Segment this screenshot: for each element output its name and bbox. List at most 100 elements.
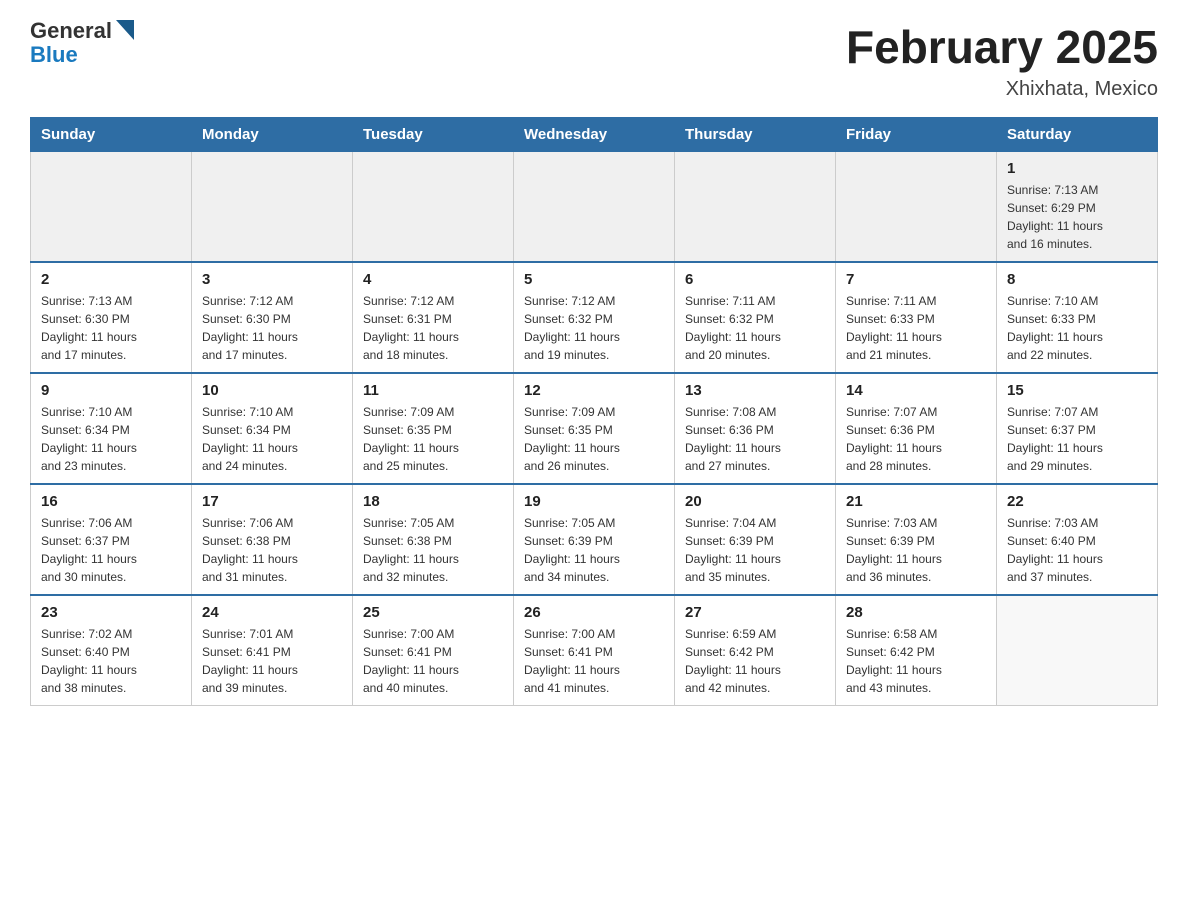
table-row: 1 Sunrise: 7:13 AMSunset: 6:29 PMDaylight… [997,152,1158,263]
day-info: Sunrise: 7:12 AMSunset: 6:30 PMDaylight:… [202,292,342,364]
table-row [997,595,1158,706]
day-info: Sunrise: 7:12 AMSunset: 6:31 PMDaylight:… [363,292,503,364]
day-info: Sunrise: 7:11 AMSunset: 6:33 PMDaylight:… [846,292,986,364]
table-row [514,152,675,263]
day-info: Sunrise: 7:10 AMSunset: 6:34 PMDaylight:… [202,403,342,475]
table-row: 5 Sunrise: 7:12 AMSunset: 6:32 PMDaylight… [514,262,675,373]
logo-text-general: General [30,20,112,42]
table-row: 16 Sunrise: 7:06 AMSunset: 6:37 PMDayligh… [31,484,192,595]
day-number: 1 [1007,160,1147,177]
day-info: Sunrise: 7:07 AMSunset: 6:36 PMDaylight:… [846,403,986,475]
day-info: Sunrise: 7:03 AMSunset: 6:39 PMDaylight:… [846,514,986,586]
calendar-subtitle: Xhixhata, Mexico [846,78,1158,101]
logo-arrow-icon [116,20,134,40]
day-number: 28 [846,604,986,621]
day-number: 10 [202,382,342,399]
day-info: Sunrise: 7:03 AMSunset: 6:40 PMDaylight:… [1007,514,1147,586]
calendar-header-row: Sunday Monday Tuesday Wednesday Thursday… [31,118,1158,152]
day-info: Sunrise: 7:11 AMSunset: 6:32 PMDaylight:… [685,292,825,364]
header-wednesday: Wednesday [514,118,675,152]
header-tuesday: Tuesday [353,118,514,152]
table-row: 9 Sunrise: 7:10 AMSunset: 6:34 PMDaylight… [31,373,192,484]
day-number: 2 [41,271,181,288]
table-row: 21 Sunrise: 7:03 AMSunset: 6:39 PMDayligh… [836,484,997,595]
day-info: Sunrise: 7:06 AMSunset: 6:38 PMDaylight:… [202,514,342,586]
day-info: Sunrise: 6:59 AMSunset: 6:42 PMDaylight:… [685,625,825,697]
table-row: 24 Sunrise: 7:01 AMSunset: 6:41 PMDayligh… [192,595,353,706]
table-row [31,152,192,263]
calendar-week-row: 23 Sunrise: 7:02 AMSunset: 6:40 PMDayligh… [31,595,1158,706]
day-number: 21 [846,493,986,510]
table-row [192,152,353,263]
day-number: 18 [363,493,503,510]
day-number: 23 [41,604,181,621]
table-row: 17 Sunrise: 7:06 AMSunset: 6:38 PMDayligh… [192,484,353,595]
day-number: 3 [202,271,342,288]
day-info: Sunrise: 7:06 AMSunset: 6:37 PMDaylight:… [41,514,181,586]
logo: General Blue [30,20,134,66]
day-number: 5 [524,271,664,288]
calendar-title: February 2025 [846,20,1158,74]
table-row: 19Sunrise: 7:05 AMSunset: 6:39 PMDayligh… [514,484,675,595]
day-info: Sunrise: 7:12 AMSunset: 6:32 PMDaylight:… [524,292,664,364]
header-thursday: Thursday [675,118,836,152]
calendar-week-row: 2 Sunrise: 7:13 AMSunset: 6:30 PMDaylight… [31,262,1158,373]
day-number: 24 [202,604,342,621]
table-row: 22 Sunrise: 7:03 AMSunset: 6:40 PMDayligh… [997,484,1158,595]
calendar-week-row: 9 Sunrise: 7:10 AMSunset: 6:34 PMDaylight… [31,373,1158,484]
day-number: 7 [846,271,986,288]
day-number: 12 [524,382,664,399]
calendar-week-row: 16 Sunrise: 7:06 AMSunset: 6:37 PMDayligh… [31,484,1158,595]
day-number: 8 [1007,271,1147,288]
day-info: Sunrise: 7:13 AMSunset: 6:29 PMDaylight:… [1007,181,1147,253]
day-info: Sunrise: 7:02 AMSunset: 6:40 PMDaylight:… [41,625,181,697]
day-info: Sunrise: 7:05 AMSunset: 6:38 PMDaylight:… [363,514,503,586]
table-row: 20Sunrise: 7:04 AMSunset: 6:39 PMDayligh… [675,484,836,595]
table-row: 15Sunrise: 7:07 AMSunset: 6:37 PMDayligh… [997,373,1158,484]
table-row: 6 Sunrise: 7:11 AMSunset: 6:32 PMDaylight… [675,262,836,373]
day-number: 14 [846,382,986,399]
table-row: 28 Sunrise: 6:58 AMSunset: 6:42 PMDayligh… [836,595,997,706]
table-row: 26 Sunrise: 7:00 AMSunset: 6:41 PMDayligh… [514,595,675,706]
table-row: 3 Sunrise: 7:12 AMSunset: 6:30 PMDaylight… [192,262,353,373]
day-number: 17 [202,493,342,510]
day-info: Sunrise: 7:05 AMSunset: 6:39 PMDaylight:… [524,514,664,586]
table-row: 10 Sunrise: 7:10 AMSunset: 6:34 PMDayligh… [192,373,353,484]
day-number: 9 [41,382,181,399]
day-info: Sunrise: 7:08 AMSunset: 6:36 PMDaylight:… [685,403,825,475]
table-row: 27 Sunrise: 6:59 AMSunset: 6:42 PMDayligh… [675,595,836,706]
day-number: 25 [363,604,503,621]
table-row: 25 Sunrise: 7:00 AMSunset: 6:41 PMDayligh… [353,595,514,706]
day-number: 26 [524,604,664,621]
day-info: Sunrise: 7:09 AMSunset: 6:35 PMDaylight:… [524,403,664,475]
day-info: Sunrise: 7:00 AMSunset: 6:41 PMDaylight:… [524,625,664,697]
table-row [353,152,514,263]
day-number: 16 [41,493,181,510]
table-row: 18 Sunrise: 7:05 AMSunset: 6:38 PMDayligh… [353,484,514,595]
table-row [836,152,997,263]
table-row: 8Sunrise: 7:10 AMSunset: 6:33 PMDaylight… [997,262,1158,373]
day-info: Sunrise: 7:00 AMSunset: 6:41 PMDaylight:… [363,625,503,697]
day-number: 6 [685,271,825,288]
header-sunday: Sunday [31,118,192,152]
day-number: 27 [685,604,825,621]
table-row: 7 Sunrise: 7:11 AMSunset: 6:33 PMDaylight… [836,262,997,373]
table-row: 12 Sunrise: 7:09 AMSunset: 6:35 PMDayligh… [514,373,675,484]
day-info: Sunrise: 7:01 AMSunset: 6:41 PMDaylight:… [202,625,342,697]
day-info: Sunrise: 7:04 AMSunset: 6:39 PMDaylight:… [685,514,825,586]
table-row: 13Sunrise: 7:08 AMSunset: 6:36 PMDayligh… [675,373,836,484]
day-number: 22 [1007,493,1147,510]
calendar-table: Sunday Monday Tuesday Wednesday Thursday… [30,117,1158,706]
header-monday: Monday [192,118,353,152]
logo-text-blue: Blue [30,44,78,66]
day-info: Sunrise: 7:10 AMSunset: 6:34 PMDaylight:… [41,403,181,475]
title-block: February 2025 Xhixhata, Mexico [846,20,1158,101]
header-saturday: Saturday [997,118,1158,152]
day-info: Sunrise: 7:13 AMSunset: 6:30 PMDaylight:… [41,292,181,364]
header-friday: Friday [836,118,997,152]
page-header: General Blue February 2025 Xhixhata, Mex… [30,20,1158,101]
table-row [675,152,836,263]
day-info: Sunrise: 6:58 AMSunset: 6:42 PMDaylight:… [846,625,986,697]
table-row: 14 Sunrise: 7:07 AMSunset: 6:36 PMDayligh… [836,373,997,484]
day-number: 15 [1007,382,1147,399]
